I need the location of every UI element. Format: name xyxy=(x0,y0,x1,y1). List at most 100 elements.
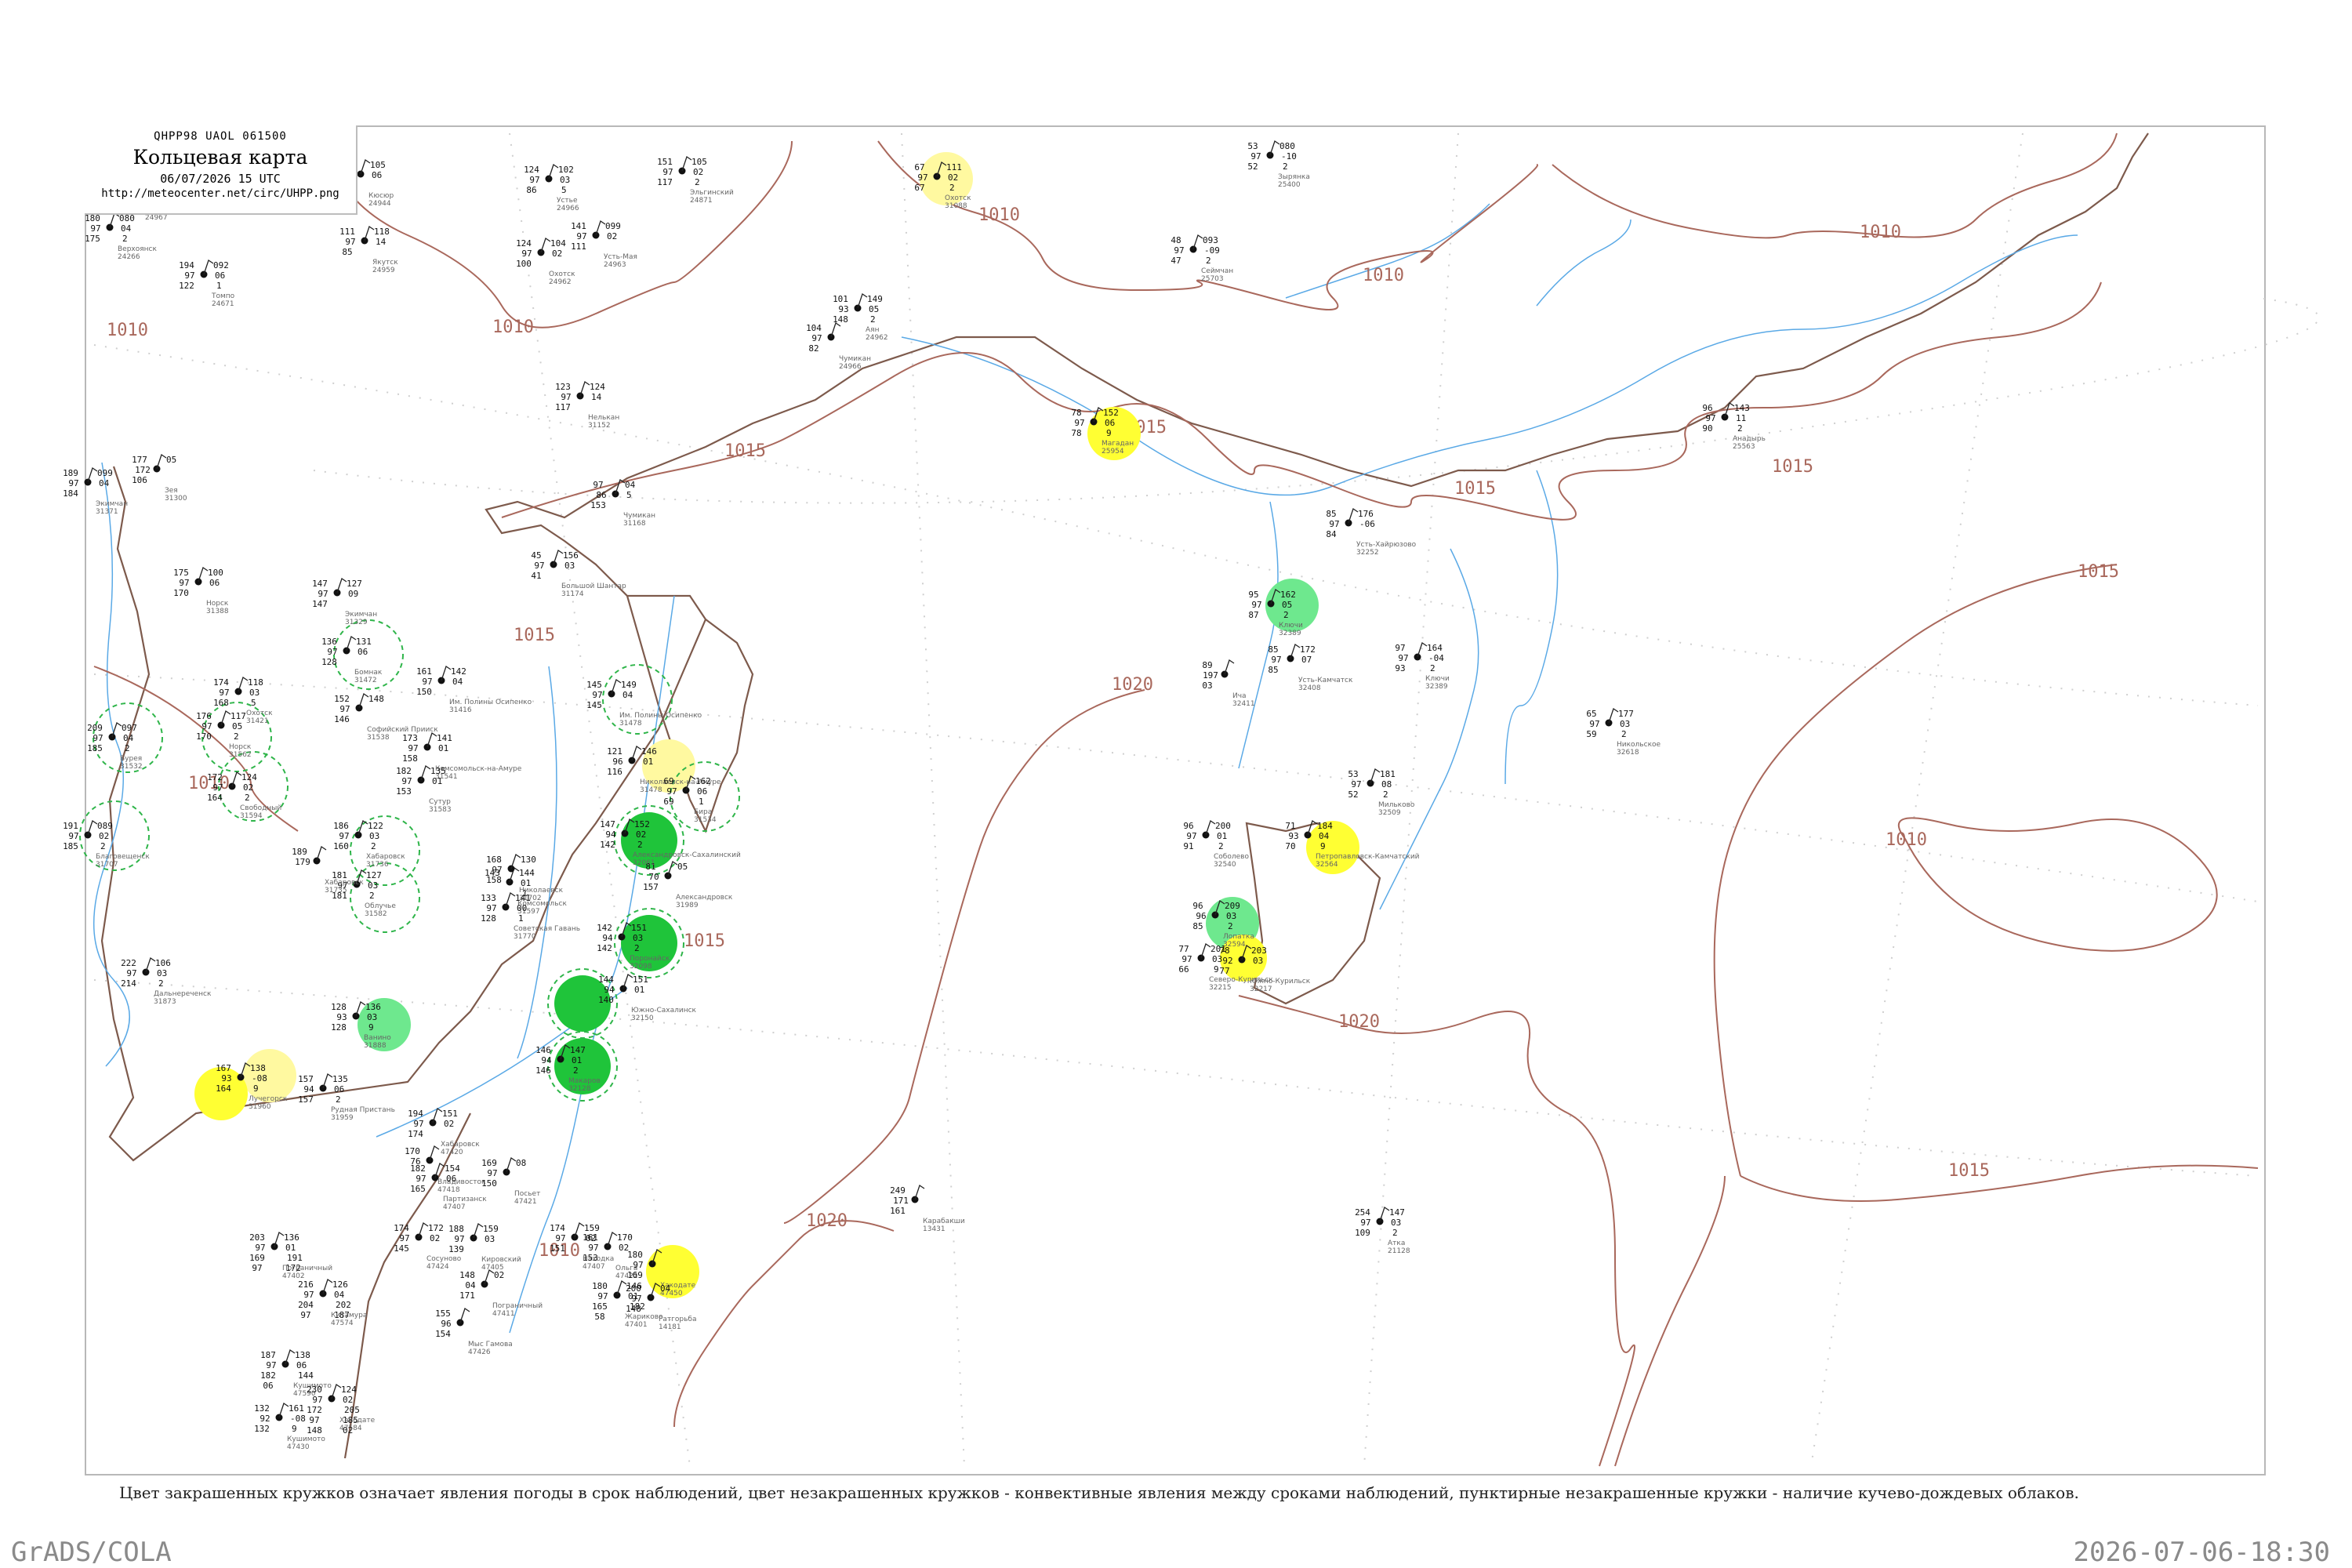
isobar-label: 1010 xyxy=(492,318,534,337)
station-name: Благовещенск xyxy=(96,853,150,861)
station-value: 02 xyxy=(693,167,703,177)
station-value: 07 xyxy=(1301,655,1312,665)
station-value: 97 xyxy=(811,333,822,343)
station-value: 2 xyxy=(1383,789,1388,800)
station-value: 127 xyxy=(347,579,362,589)
station-value: 02 xyxy=(99,831,109,841)
station-value: 118 xyxy=(374,227,390,237)
station-value: 97 xyxy=(184,270,194,281)
station-value: 159 xyxy=(483,1224,499,1234)
station-value: 97 xyxy=(399,1233,409,1243)
station-value: 97 xyxy=(345,237,355,247)
station-id: 47407 xyxy=(443,1203,466,1211)
station-name: Рудная Пристань xyxy=(331,1106,395,1114)
station-value: 202 xyxy=(336,1300,351,1310)
station-value: 169 xyxy=(249,1253,265,1263)
station-value: 080 xyxy=(1279,141,1295,151)
station-value: 136 xyxy=(365,1002,381,1012)
station-value: 2 xyxy=(245,793,250,803)
station-id: 31088 xyxy=(945,202,967,210)
station-value: 2 xyxy=(125,743,130,753)
station-value: 165 xyxy=(592,1301,608,1312)
station-value: 66 xyxy=(1178,964,1189,975)
station-id: 31989 xyxy=(676,902,699,909)
station-name: Александровск-Сахалинский xyxy=(633,851,741,859)
station-value: 03 xyxy=(157,968,167,978)
station-value: 97 xyxy=(1351,779,1361,789)
station-value: 06 xyxy=(215,270,225,281)
station-value: 03 xyxy=(564,561,575,571)
station-value: 97 xyxy=(592,690,602,700)
station-name: Им. Полины Осипенко xyxy=(449,699,532,706)
station-value: 97 xyxy=(631,1294,641,1304)
station-value: 099 xyxy=(97,468,113,478)
station-plot: 9786153 045 Чумикан31168 xyxy=(590,478,655,528)
station-name: Кюсюр xyxy=(368,192,394,200)
station-value: 194 xyxy=(179,260,194,270)
station-value: 157 xyxy=(298,1074,314,1084)
station-value: 149 xyxy=(867,294,883,304)
isobar-label: 1010 xyxy=(1886,830,1927,850)
station-value: 06 xyxy=(263,1381,273,1391)
station-name: Норск xyxy=(229,743,252,751)
station-value: 03 xyxy=(1391,1218,1401,1228)
station-value: 146 xyxy=(334,714,350,724)
station-value: 149 xyxy=(621,680,637,690)
station-value: 2 xyxy=(234,731,239,742)
station-value: -09 xyxy=(1204,245,1220,256)
station-id: 47424 xyxy=(426,1263,449,1271)
station-value: 147 xyxy=(1389,1207,1405,1218)
station-value: 184 xyxy=(63,488,78,499)
station-value: 97 xyxy=(266,1360,276,1370)
station-value: 97 xyxy=(1398,653,1408,663)
station-name: Им. Полины Осипенко xyxy=(619,712,702,720)
station-name: Южно-Курильск xyxy=(1250,978,1311,985)
station-value: 02 xyxy=(430,1233,440,1243)
station-name: Облучье xyxy=(365,902,396,910)
station-value: 69 xyxy=(663,797,673,807)
station-value: 203 xyxy=(249,1232,265,1243)
station-value: 03 xyxy=(367,1012,377,1022)
station-value: 168 xyxy=(213,698,229,708)
station-plot: 659759 177032 Никольское32618 xyxy=(1586,707,1661,757)
station-value: 02 xyxy=(494,1270,504,1280)
station-name: Анадырь xyxy=(1733,435,1766,443)
station-value: 03 xyxy=(249,688,260,698)
station-id: 25954 xyxy=(1102,448,1124,456)
station-value: -08 xyxy=(290,1414,306,1424)
station-value: 172 xyxy=(1300,644,1316,655)
station-value: 93 xyxy=(1288,831,1298,841)
station-value: 85 xyxy=(1268,644,1278,655)
station-id: 32128 xyxy=(568,1085,591,1093)
station-name: Сосуново xyxy=(426,1255,462,1263)
station-value: 97 xyxy=(576,231,586,241)
station-id: 31416 xyxy=(449,706,472,714)
station-id: 31582 xyxy=(365,910,387,918)
station-value: 152 xyxy=(334,694,350,704)
station-name: Александровск xyxy=(676,894,733,902)
station-value: 9 xyxy=(1214,964,1219,975)
footer-software: GrADS/COLA xyxy=(11,1537,172,1568)
station-value: 2 xyxy=(1206,256,1211,266)
station-value: 142 xyxy=(451,666,466,677)
isobar-label: 1015 xyxy=(1772,457,1813,477)
station-value: 97 xyxy=(1181,954,1192,964)
station-value: 04 xyxy=(622,690,633,700)
station-plot: 20997185 097042 Бурея31532 xyxy=(87,721,143,771)
station-value: 87 xyxy=(1248,610,1258,620)
station-value: 04 xyxy=(452,677,463,687)
station-value: 106 xyxy=(155,958,171,968)
station-value: 5 xyxy=(251,698,256,708)
stations: 124979810506Кюсюр2494418097175080042Верх… xyxy=(63,140,1766,1451)
station-id: 31873 xyxy=(154,998,176,1006)
station-value: 135 xyxy=(332,1074,348,1084)
station-value: 06 xyxy=(296,1360,307,1370)
station-name: Ванино xyxy=(364,1034,391,1042)
station-plot: 10193148 149052Аян24962 xyxy=(833,292,888,342)
station-value: 85 xyxy=(1192,921,1203,931)
station-value: 197 xyxy=(1203,670,1218,681)
station-plot: 15794157 135062Рудная Пристань31959 xyxy=(298,1073,395,1122)
station-value: 191 xyxy=(63,821,78,831)
station-value: 216 xyxy=(298,1279,314,1290)
isobar-label: 1020 xyxy=(806,1211,848,1231)
